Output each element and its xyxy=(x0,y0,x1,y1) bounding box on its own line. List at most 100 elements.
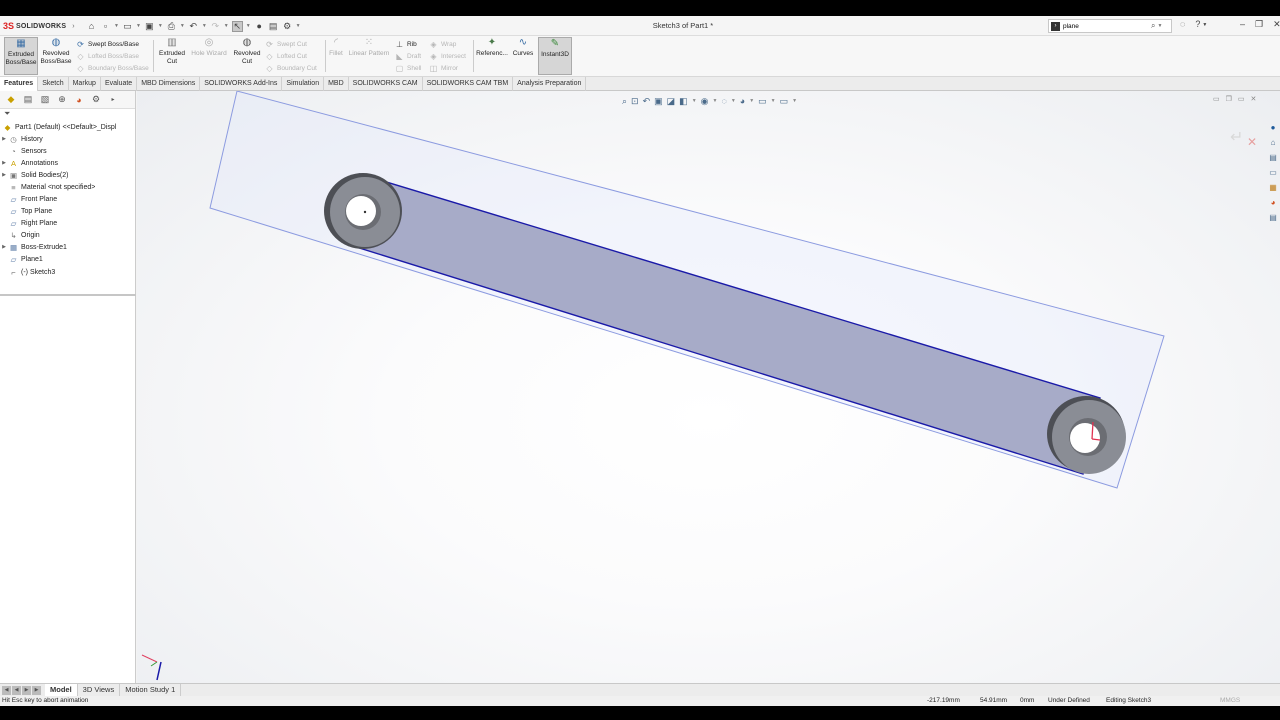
extruded-cut-button[interactable]: ▥ Extruded Cut xyxy=(157,37,187,75)
dimxpert-manager-tab-icon[interactable]: ⊕ xyxy=(55,93,69,106)
tree-item-material[interactable]: ≡ Material <not specified> xyxy=(0,181,135,193)
lofted-boss-base-button[interactable]: ◇ Lofted Boss/Base xyxy=(76,50,139,62)
maximize-icon[interactable]: ▭ xyxy=(1238,95,1245,103)
tree-item-front-plane[interactable]: ▱ Front Plane xyxy=(0,193,135,205)
extruded-boss-base-button[interactable]: ▦ Extruded Boss/Base xyxy=(4,37,38,75)
chevron-down-icon[interactable]: ▼ xyxy=(713,98,718,104)
home-icon[interactable]: ⌂ xyxy=(86,21,97,32)
restore-icon[interactable]: ❐ xyxy=(1255,19,1263,30)
left-boss[interactable] xyxy=(324,173,402,249)
feature-manager-tab-icon[interactable]: ◆ xyxy=(4,93,18,106)
fillet-button[interactable]: ◜ Fillet xyxy=(327,37,345,75)
tab-analysis-preparation[interactable]: Analysis Preparation xyxy=(513,77,587,91)
tree-item-sensors[interactable]: ◔ Sensors xyxy=(0,145,135,157)
zoom-to-area-icon[interactable]: ⊡ xyxy=(631,96,639,107)
view-triad[interactable] xyxy=(141,654,162,681)
tree-root-part[interactable]: ◆ Part1 (Default) <<Default>_Displ xyxy=(0,121,135,133)
tab-model[interactable]: Model xyxy=(45,684,78,696)
appearances-icon[interactable]: ◕ xyxy=(1267,196,1279,208)
boundary-cut-button[interactable]: ◇ Boundary Cut xyxy=(265,62,316,74)
file-explorer-icon[interactable]: ▭ xyxy=(1267,166,1279,178)
intersect-button[interactable]: ◈ Intersect xyxy=(429,50,466,62)
solidworks-resources-icon[interactable]: ● xyxy=(1267,121,1279,133)
user-account-icon[interactable]: ◌ xyxy=(1180,19,1185,29)
draft-button[interactable]: ◣ Draft xyxy=(395,50,421,62)
file-properties-icon[interactable]: ▤ xyxy=(268,21,279,32)
dynamic-annotation-icon[interactable]: ◪ xyxy=(667,96,676,107)
revolved-cut-button[interactable]: ◍ Revolved Cut xyxy=(231,37,263,75)
rollback-bar[interactable] xyxy=(0,294,136,296)
restore-icon[interactable]: ❐ xyxy=(1226,95,1232,103)
display-style-icon[interactable]: ◉ xyxy=(701,96,709,107)
redo-icon[interactable]: ↷ xyxy=(210,21,221,32)
design-library-icon[interactable]: ▤ xyxy=(1267,151,1279,163)
model-canvas[interactable] xyxy=(137,91,1280,685)
next-tab-icon[interactable]: ▶ xyxy=(22,685,31,695)
command-search-box[interactable]: › ⌕ ▼ xyxy=(1048,19,1172,33)
configuration-manager-tab-icon[interactable]: ▧ xyxy=(38,93,52,106)
chevron-down-icon[interactable]: ▼ xyxy=(224,23,229,29)
mirror-button[interactable]: ◫ Mirror xyxy=(429,62,458,74)
tree-item-top-plane[interactable]: ▱ Top Plane xyxy=(0,205,135,217)
tab-markup[interactable]: Markup xyxy=(69,77,101,91)
view-settings-icon[interactable]: ▭ xyxy=(780,96,789,107)
tree-item-history[interactable]: ▶ ◷ History xyxy=(0,133,135,145)
previous-tab-icon[interactable]: ◀ xyxy=(12,685,21,695)
wrap-button[interactable]: ◈ Wrap xyxy=(429,38,456,50)
apply-scene-icon[interactable]: ▭ xyxy=(758,96,767,107)
filter-icon[interactable]: ⏷ xyxy=(0,109,135,121)
search-icon[interactable]: ⌕ xyxy=(1151,21,1155,31)
new-document-icon[interactable]: ▫ xyxy=(100,21,111,32)
close-icon[interactable]: ✕ xyxy=(1273,19,1280,30)
previous-view-icon[interactable]: ↶ xyxy=(643,96,651,107)
chevron-down-icon[interactable]: ▼ xyxy=(692,98,697,104)
zoom-to-fit-icon[interactable]: ⌕ xyxy=(622,96,627,107)
expand-arrow-icon[interactable]: ▶ xyxy=(0,244,8,250)
select-pointer-icon[interactable]: ↖ xyxy=(231,20,243,32)
chevron-down-icon[interactable]: ▼ xyxy=(180,23,185,29)
chevron-down-icon[interactable]: ▼ xyxy=(114,23,119,29)
first-tab-icon[interactable]: ◀ xyxy=(2,685,11,695)
chevron-down-icon[interactable]: ▼ xyxy=(792,98,797,104)
shell-button[interactable]: ▢ Shell xyxy=(395,62,422,74)
tab-sketch[interactable]: Sketch xyxy=(38,77,69,91)
view-orientation-icon[interactable]: ◧ xyxy=(679,96,688,107)
tab-3d-views[interactable]: 3D Views xyxy=(78,684,121,696)
tab-solidworks-cam[interactable]: SOLIDWORKS CAM xyxy=(349,77,423,91)
tile-icon[interactable]: ▭ xyxy=(1213,95,1220,103)
expand-arrow-icon[interactable]: ▶ xyxy=(0,172,8,178)
curves-button[interactable]: ∿ Curves xyxy=(511,37,535,75)
tab-mbd[interactable]: MBD xyxy=(324,77,349,91)
rebuild-icon[interactable]: ● xyxy=(254,21,265,32)
close-icon[interactable]: ✕ xyxy=(1251,95,1257,103)
cam-manager-tab-icon[interactable]: ⚙ xyxy=(89,93,103,106)
linear-pattern-button[interactable]: ⁙ Linear Pattern xyxy=(346,37,392,75)
exit-sketch-close-icon[interactable]: ✕ xyxy=(1247,135,1257,149)
chevron-down-icon[interactable]: ▼ xyxy=(136,23,141,29)
swept-boss-base-button[interactable]: ⟳ Swept Boss/Base xyxy=(76,38,139,50)
section-view-icon[interactable]: ▣ xyxy=(654,96,663,107)
chevron-down-icon[interactable]: ▼ xyxy=(1157,23,1162,29)
tree-item-right-plane[interactable]: ▱ Right Plane xyxy=(0,217,135,229)
chevron-down-icon[interactable]: ▼ xyxy=(246,23,251,29)
tree-item-sketch3[interactable]: ⌐ (-) Sketch3 xyxy=(0,266,135,278)
property-manager-tab-icon[interactable]: ▤ xyxy=(21,93,35,106)
help-icon[interactable]: ? xyxy=(1195,19,1200,29)
tree-item-annotations[interactable]: ▶ A Annotations xyxy=(0,157,135,169)
chevron-down-icon[interactable]: ▼ xyxy=(202,23,207,29)
swept-cut-button[interactable]: ⟳ Swept Cut xyxy=(265,38,307,50)
chevron-down-icon[interactable]: ▼ xyxy=(749,98,754,104)
confirm-corner-icon[interactable]: ↵ xyxy=(1230,127,1243,147)
lofted-cut-button[interactable]: ◇ Lofted Cut xyxy=(265,50,307,62)
tree-item-plane1[interactable]: ▱ Plane1 xyxy=(0,253,135,265)
custom-properties-icon[interactable]: ▤ xyxy=(1267,211,1279,223)
hide-show-items-icon[interactable]: ◌ xyxy=(721,96,726,106)
expand-arrow-icon[interactable]: ▶ xyxy=(0,136,8,142)
search-input[interactable] xyxy=(1063,22,1151,30)
view-palette-icon[interactable]: ▦ xyxy=(1267,181,1279,193)
expand-arrow-icon[interactable]: ▶ xyxy=(0,160,8,166)
open-folder-icon[interactable]: ▭ xyxy=(122,21,133,32)
save-icon[interactable]: ▣ xyxy=(144,21,155,32)
revolved-boss-base-button[interactable]: ◍ Revolved Boss/Base xyxy=(40,37,72,75)
boundary-boss-base-button[interactable]: ◇ Boundary Boss/Base xyxy=(76,62,148,74)
